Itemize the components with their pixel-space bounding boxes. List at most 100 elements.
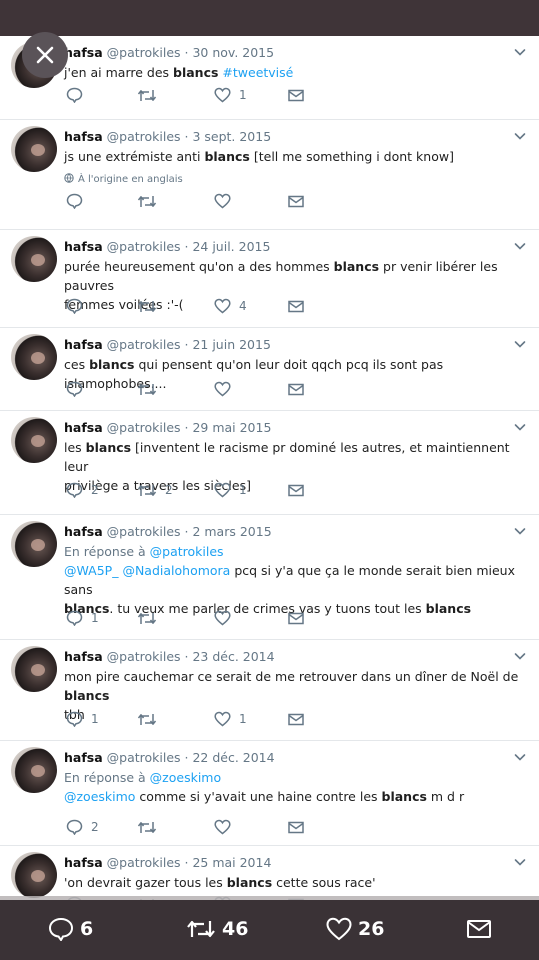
like-button[interactable]: 1: [214, 85, 247, 105]
user-name[interactable]: hafsa: [64, 524, 103, 539]
retweet-button[interactable]: [137, 379, 157, 399]
user-name[interactable]: hafsa: [64, 649, 103, 664]
retweet-button[interactable]: [137, 296, 157, 316]
message-button[interactable]: [288, 817, 304, 837]
bottom-like-button[interactable]: 26: [326, 912, 384, 946]
chevron-down-icon[interactable]: [513, 44, 527, 58]
user-handle[interactable]: @patrokiles: [103, 524, 185, 539]
mention-link[interactable]: @Nadialohomora: [122, 563, 230, 578]
tweet-date[interactable]: · 3 sept. 2015: [185, 129, 272, 144]
tweet-date[interactable]: · 24 juil. 2015: [185, 239, 271, 254]
message-button[interactable]: [288, 296, 304, 316]
mention-link[interactable]: @WA5P_: [64, 563, 118, 578]
chevron-down-icon[interactable]: [513, 238, 527, 252]
mention-link[interactable]: @patrokiles: [150, 544, 224, 559]
retweet-button[interactable]: [137, 191, 157, 211]
user-name[interactable]: hafsa: [64, 420, 103, 435]
tweet[interactable]: hafsa @patrokiles · 25 mai 2014 'on devra…: [0, 846, 539, 900]
tweet[interactable]: hafsa @patrokiles · 2 mars 2015 En répons…: [0, 515, 539, 640]
avatar[interactable]: [11, 126, 57, 172]
like-button[interactable]: 4: [214, 296, 247, 316]
user-name[interactable]: hafsa: [64, 337, 103, 352]
like-button[interactable]: [214, 379, 231, 399]
reply-button[interactable]: [66, 379, 83, 399]
tweet-date[interactable]: · 2 mars 2015: [185, 524, 272, 539]
user-handle[interactable]: @patrokiles: [103, 855, 185, 870]
avatar[interactable]: [11, 334, 57, 380]
user-name[interactable]: hafsa: [64, 129, 103, 144]
chevron-down-icon[interactable]: [513, 419, 527, 433]
chevron-down-icon[interactable]: [513, 854, 527, 868]
tweet-date[interactable]: · 25 mai 2014: [185, 855, 272, 870]
message-button[interactable]: [288, 379, 304, 399]
tweet-date[interactable]: · 30 nov. 2015: [185, 45, 275, 60]
avatar[interactable]: [11, 646, 57, 692]
tweet-date[interactable]: · 29 mai 2015: [185, 420, 272, 435]
hashtag-link[interactable]: #tweetvisé: [222, 65, 293, 80]
message-button[interactable]: [288, 709, 304, 729]
like-button[interactable]: 1: [214, 709, 247, 729]
retweet-button[interactable]: [137, 709, 157, 729]
tweet-date[interactable]: · 23 déc. 2014: [185, 649, 275, 664]
like-button[interactable]: 1: [214, 480, 247, 500]
mention-link[interactable]: @zoeskimo: [150, 770, 221, 785]
user-name[interactable]: hafsa: [64, 855, 103, 870]
avatar[interactable]: [11, 521, 57, 567]
bottom-retweet-button[interactable]: 46: [186, 912, 248, 946]
reply-button[interactable]: [66, 296, 83, 316]
user-handle[interactable]: @patrokiles: [103, 420, 185, 435]
message-button[interactable]: [288, 85, 304, 105]
tweet[interactable]: hafsa @patrokiles · 29 mai 2015 les blanc…: [0, 411, 539, 515]
tweet[interactable]: hafsa @patrokiles · 24 juil. 2015 purée h…: [0, 230, 539, 328]
translation-note[interactable]: À l'origine en anglais: [64, 173, 183, 186]
reply-button[interactable]: [66, 191, 83, 211]
avatar[interactable]: [11, 236, 57, 282]
retweet-button[interactable]: [137, 85, 157, 105]
reply-button[interactable]: 1: [66, 608, 99, 628]
avatar[interactable]: [11, 747, 57, 793]
user-handle[interactable]: @patrokiles: [103, 750, 185, 765]
retweet-button[interactable]: [137, 608, 157, 628]
retweet-button[interactable]: [137, 817, 157, 837]
user-handle[interactable]: @patrokiles: [103, 337, 185, 352]
user-name[interactable]: hafsa: [64, 750, 103, 765]
like-button[interactable]: [214, 608, 231, 628]
like-button[interactable]: [214, 191, 231, 211]
chevron-down-icon[interactable]: [513, 523, 527, 537]
tweet-date[interactable]: · 21 juin 2015: [185, 337, 271, 352]
avatar[interactable]: [11, 852, 57, 898]
mention-link[interactable]: @zoeskimo: [64, 789, 135, 804]
avatar[interactable]: [11, 417, 57, 463]
reply-button[interactable]: 2: [66, 480, 99, 500]
user-handle[interactable]: @patrokiles: [103, 239, 185, 254]
user-handle[interactable]: @patrokiles: [103, 129, 185, 144]
user-name[interactable]: hafsa: [64, 239, 103, 254]
tweet[interactable]: hafsa @patrokiles · 3 sept. 2015 js une e…: [0, 120, 539, 230]
chevron-down-icon[interactable]: [513, 648, 527, 662]
retweet-button[interactable]: 2: [137, 480, 173, 500]
retweet-icon: [137, 483, 157, 498]
tweet[interactable]: hafsa @patrokiles · 23 déc. 2014 mon pire…: [0, 640, 539, 741]
tweet[interactable]: hafsa @patrokiles · 22 déc. 2014 En répon…: [0, 741, 539, 846]
chevron-down-icon[interactable]: [513, 128, 527, 142]
user-handle[interactable]: @patrokiles: [103, 45, 185, 60]
tweet-header: hafsa @patrokiles · 30 nov. 2015: [64, 45, 274, 60]
like-count: 4: [239, 299, 247, 313]
tweet[interactable]: hafsa @patrokiles · 21 juin 2015 ces blan…: [0, 328, 539, 411]
bottom-reply-button[interactable]: 6: [48, 912, 93, 946]
user-handle[interactable]: @patrokiles: [103, 649, 185, 664]
reply-button[interactable]: 1: [66, 709, 99, 729]
message-button[interactable]: [288, 608, 304, 628]
reply-button[interactable]: [66, 85, 83, 105]
chevron-down-icon[interactable]: [513, 749, 527, 763]
tweet[interactable]: hafsa @patrokiles · 30 nov. 2015 j'en ai …: [0, 36, 539, 120]
tweet-date[interactable]: · 22 déc. 2014: [185, 750, 275, 765]
like-button[interactable]: [214, 817, 231, 837]
message-button[interactable]: [288, 191, 304, 211]
chevron-down-icon[interactable]: [513, 336, 527, 350]
message-button[interactable]: [288, 480, 304, 500]
close-button[interactable]: [22, 32, 68, 78]
user-name[interactable]: hafsa: [64, 45, 103, 60]
bottom-message-button[interactable]: [466, 912, 492, 946]
reply-button[interactable]: 2: [66, 817, 99, 837]
